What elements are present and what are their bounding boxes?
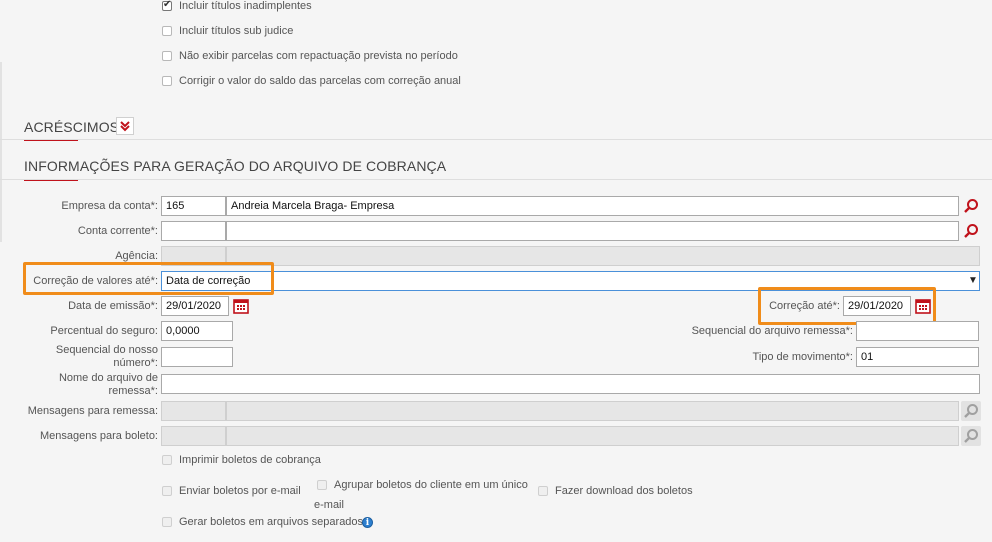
conta-code-input[interactable] — [161, 221, 226, 241]
label-inadimplentes: Incluir títulos inadimplentes — [179, 0, 312, 12]
search-conta-button[interactable] — [961, 221, 981, 241]
msg-remessa-label: Mensagens para remessa: — [27, 405, 158, 417]
msg-remessa-code-input — [161, 401, 226, 421]
divider — [0, 179, 992, 180]
checkbox-sub-judice[interactable] — [162, 26, 172, 36]
seq-nosso-label: Sequencial do nosso número*: — [30, 344, 158, 370]
search-msg-boleto-button — [961, 426, 981, 446]
checkbox-imprimir[interactable] — [162, 455, 172, 465]
left-edge-bar — [0, 62, 2, 242]
section-title-info: INFORMAÇÕES PARA GERAÇÃO DO ARQUIVO DE C… — [24, 158, 447, 174]
tipo-mov-label: Tipo de movimento*: — [752, 351, 853, 363]
label-agrupar-line2: e-mail — [314, 499, 344, 511]
search-icon — [964, 224, 978, 238]
empresa-name-input[interactable]: Andreia Marcela Braga- Empresa — [226, 196, 959, 216]
search-msg-remessa-button — [961, 401, 981, 421]
label-enviar-email: Enviar boletos por e-mail — [179, 485, 301, 497]
search-icon — [964, 199, 978, 213]
checkbox-agrupar[interactable] — [317, 480, 327, 490]
msg-remessa-name-input — [226, 401, 959, 421]
seq-remessa-input[interactable] — [856, 321, 979, 341]
nome-arquivo-label-line1: Nome do arquivo de — [58, 372, 158, 384]
conta-label: Conta corrente*: — [77, 225, 158, 237]
agencia-name-input — [226, 246, 980, 266]
nome-arquivo-input[interactable] — [161, 374, 980, 394]
highlight-correcao-valores — [23, 262, 274, 295]
nome-arquivo-label: Nome do arquivo de remessa*: — [30, 372, 158, 398]
search-icon — [964, 429, 978, 443]
label-agrupar-line1: Agrupar boletos do cliente em um único — [334, 479, 528, 491]
label-sub-judice: Incluir títulos sub judice — [179, 25, 294, 37]
checkbox-separados[interactable] — [162, 517, 172, 527]
label-imprimir: Imprimir boletos de cobrança — [179, 454, 321, 466]
double-chevron-down-icon — [120, 121, 130, 132]
tipo-mov-input[interactable]: 01 — [856, 347, 979, 367]
empresa-label: Empresa da conta*: — [61, 200, 158, 212]
checkbox-inadimplentes[interactable] — [162, 0, 172, 11]
conta-name-input[interactable] — [226, 221, 959, 241]
data-emissao-input[interactable]: 29/01/2020 — [161, 296, 229, 316]
data-emissao-label: Data de emissão*: — [68, 300, 158, 312]
checkbox-correcao-anual[interactable] — [162, 76, 172, 86]
section-title-acrescimos[interactable]: ACRÉSCIMOS — [24, 119, 119, 135]
msg-boleto-code-input — [161, 426, 226, 446]
label-correcao-anual: Corrigir o valor do saldo das parcelas c… — [179, 75, 461, 87]
divider — [0, 139, 992, 140]
calendar-icon[interactable] — [233, 298, 249, 314]
checkbox-download[interactable] — [538, 486, 548, 496]
empresa-code-input[interactable]: 165 — [161, 196, 226, 216]
seq-nosso-input[interactable] — [161, 347, 233, 367]
info-icon[interactable]: i — [362, 517, 373, 528]
label-repactuacao: Não exibir parcelas com repactuação prev… — [179, 50, 458, 62]
highlight-correcao-ate — [758, 287, 936, 325]
msg-boleto-label: Mensagens para boleto: — [39, 430, 158, 442]
search-empresa-button[interactable] — [961, 196, 981, 216]
msg-boleto-name-input — [226, 426, 959, 446]
checkbox-repactuacao[interactable] — [162, 51, 172, 61]
checkbox-enviar-email[interactable] — [162, 486, 172, 496]
percentual-input[interactable]: 0,0000 — [161, 321, 233, 341]
seq-nosso-label-line1: Sequencial do nosso — [55, 344, 158, 356]
seq-remessa-label: Sequencial do arquivo remessa*: — [691, 325, 853, 337]
search-icon — [964, 404, 978, 418]
expand-section-button[interactable] — [116, 117, 134, 135]
nome-arquivo-label-line2: remessa*: — [108, 385, 158, 397]
dropdown-arrow-icon: ▼ — [968, 275, 978, 286]
label-download: Fazer download dos boletos — [555, 485, 693, 497]
percentual-label: Percentual do seguro: — [50, 325, 158, 337]
seq-nosso-label-line2: número*: — [113, 357, 158, 369]
label-separados: Gerar boletos em arquivos separados — [179, 516, 364, 528]
